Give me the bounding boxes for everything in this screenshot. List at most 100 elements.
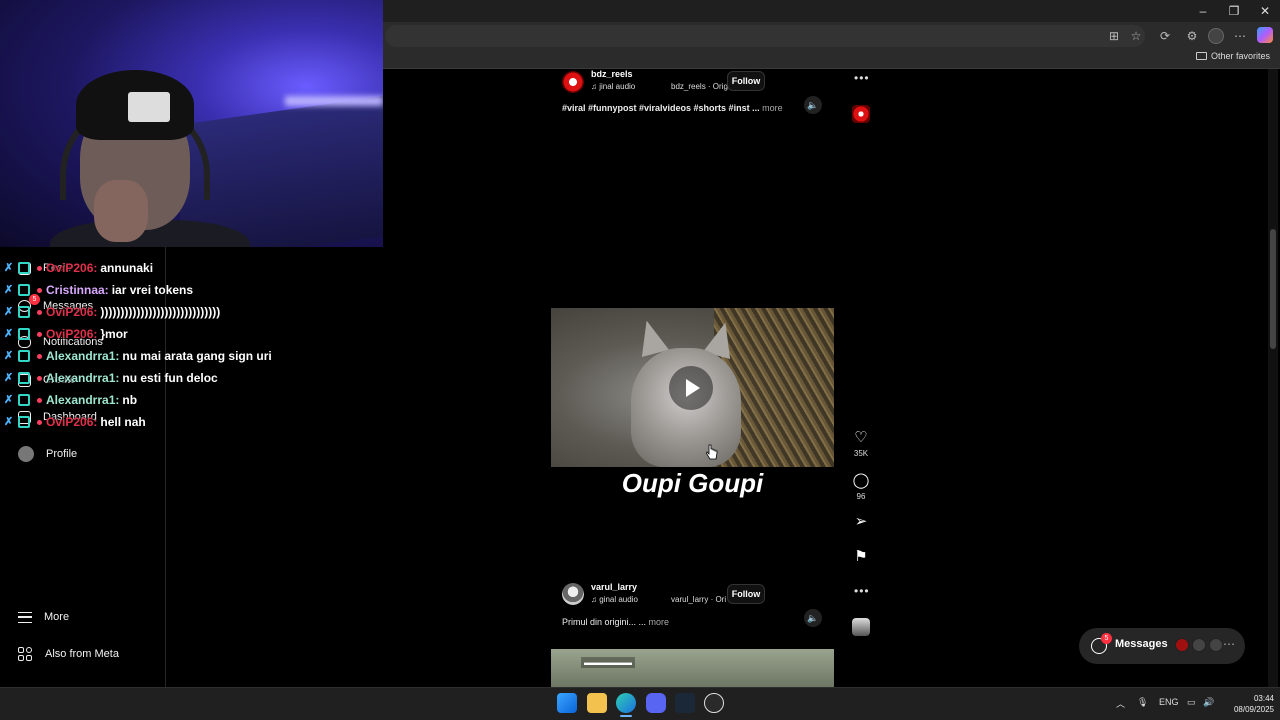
avatar (1209, 638, 1223, 652)
send-icon: ➢ (854, 513, 868, 530)
other-favorites-button[interactable]: Other favorites (1195, 51, 1270, 61)
subscriber-badge-icon (18, 328, 30, 340)
chat-username: Cristinnaa: (46, 283, 109, 297)
reel-audio-label[interactable]: ♫ jinal audio (591, 82, 635, 91)
system-clock[interactable]: 03:44 08/09/2025 (1224, 693, 1274, 715)
chat-badges: ✗ (4, 350, 30, 362)
chat-dot-icon (37, 419, 42, 425)
subscriber-badge-icon (18, 284, 30, 296)
chat-dot-icon (37, 331, 42, 337)
subscriber-badge-icon (18, 416, 30, 428)
page-scrollbar[interactable] (1268, 69, 1278, 687)
other-favorites-label: Other favorites (1210, 51, 1270, 61)
language-indicator[interactable]: ENG (1159, 697, 1179, 707)
sidebar-item-label: Profile (46, 448, 78, 460)
chat-username: Alexandrra1: (46, 393, 120, 407)
windows-taskbar (0, 687, 1280, 720)
chat-dot-icon (37, 353, 42, 359)
play-icon[interactable] (669, 366, 713, 410)
message-avatars (1175, 638, 1223, 652)
scrollbar-thumb[interactable] (1270, 229, 1276, 349)
video-overlay-text: ▬▬▬▬▬▬ (581, 657, 635, 668)
messages-pill-button[interactable]: 5 Messages ⋯ (1079, 628, 1245, 664)
chat-badges: ✗ (4, 262, 30, 274)
clock-date: 08/09/2025 (1233, 705, 1274, 714)
discord-icon[interactable] (646, 693, 666, 713)
follow-button[interactable]: Follow (727, 584, 765, 604)
close-window-button[interactable]: ✕ (1250, 2, 1280, 20)
chat-message: ✗ OviP206:)))))))))))))))))))))))))))))) (4, 301, 384, 323)
sword-badge-icon: ✗ (4, 416, 14, 428)
heart-icon: ♡ (854, 429, 868, 446)
volume-tray-icon[interactable]: 🔊 (1203, 697, 1214, 708)
minimize-button[interactable]: – (1188, 2, 1218, 20)
split-screen-icon[interactable]: ⊞ (1106, 28, 1122, 44)
browser-essentials-icon[interactable]: ⚙ (1184, 28, 1200, 44)
comment-button[interactable]: ◯ 96 (849, 472, 873, 501)
chat-text: )))))))))))))))))))))))))))))) (100, 305, 221, 319)
chat-text: annunaki (100, 261, 154, 275)
browser-profile-avatar[interactable] (1208, 28, 1224, 44)
reel-username[interactable]: bdz_reels (591, 69, 633, 79)
webcam-streamer (50, 70, 250, 247)
start-icon[interactable] (557, 693, 577, 713)
file-explorer-icon[interactable] (587, 693, 607, 713)
reel-audio-source[interactable]: bdz_reels · Orig (671, 82, 728, 91)
meta-grid-icon (18, 646, 33, 662)
chat-message: ✗ OviP206: hell nah (4, 411, 384, 433)
chat-message: ✗ Alexandrra1: nu esti fun deloc (4, 367, 384, 389)
edge-browser-icon[interactable] (616, 693, 636, 713)
caption-more-link[interactable]: more (649, 617, 670, 627)
obs-icon[interactable] (704, 693, 724, 713)
volume-icon[interactable]: 🔈 (804, 609, 822, 627)
audio-avatar[interactable] (852, 105, 870, 123)
chat-message: ✗ Alexandrra1: nu mai arata gang sign uri (4, 345, 384, 367)
chat-message: ✗ Alexandrra1: nb (4, 389, 384, 411)
comment-icon: ◯ (852, 472, 870, 489)
url-field[interactable] (385, 25, 1145, 47)
chat-text: }mor (100, 327, 128, 341)
reel-video[interactable]: ▬▬▬▬▬▬ (551, 649, 834, 687)
chat-text: iar vrei tokens (111, 283, 194, 297)
reel-audio-source[interactable]: varul_larry · Ori (671, 595, 726, 604)
chat-username: Alexandrra1: (46, 371, 120, 385)
reel-author-avatar[interactable] (562, 583, 584, 605)
sidebar-item-profile[interactable]: Profile (18, 442, 77, 466)
favorite-star-icon[interactable]: ☆ (1128, 28, 1144, 44)
reel-audio-label[interactable]: ♫ ginal audio (591, 595, 638, 604)
steam-icon[interactable] (675, 693, 695, 713)
webcam-cap (76, 70, 194, 140)
restore-button[interactable]: ❐ (1219, 2, 1249, 20)
reel-author-avatar[interactable] (562, 71, 584, 93)
chat-username: OviP206: (46, 261, 98, 275)
tray-chevron-icon[interactable]: ︿ (1116, 697, 1125, 710)
chat-badges: ✗ (4, 372, 30, 384)
sidebar-item-also-from-meta[interactable]: Also from Meta (18, 642, 119, 666)
microphone-icon[interactable]: 🎙 (1137, 697, 1148, 708)
subscriber-badge-icon (18, 372, 30, 384)
chat-dot-icon (37, 375, 42, 381)
extensions-icon[interactable]: ⟳ (1157, 28, 1173, 44)
caption-more-link[interactable]: more (762, 103, 783, 113)
network-icon[interactable]: ▭ (1187, 697, 1196, 708)
more-options-icon[interactable]: ••• (854, 584, 870, 598)
subscriber-badge-icon (18, 350, 30, 362)
audio-avatar[interactable] (852, 618, 870, 636)
like-button[interactable]: ♡ 35K (849, 429, 873, 458)
more-options-icon[interactable]: ••• (854, 71, 870, 85)
reel-caption-text: #viral #funnypost #viralvideos #shorts #… (562, 103, 760, 113)
sword-badge-icon: ✗ (4, 350, 14, 362)
follow-button[interactable]: Follow (727, 71, 765, 91)
save-button[interactable]: ⚑ (849, 548, 873, 566)
sword-badge-icon: ✗ (4, 284, 14, 296)
reel-username[interactable]: varul_larry (591, 582, 637, 592)
comment-count: 96 (856, 492, 866, 501)
more-options-icon[interactable]: ⋯ (1232, 28, 1248, 44)
more-options-icon[interactable]: ⋯ (1223, 637, 1235, 651)
volume-icon[interactable]: 🔈 (804, 96, 822, 114)
hand-cursor-icon (706, 444, 718, 460)
sidebar-item-more[interactable]: More (18, 605, 69, 629)
chat-badges: ✗ (4, 394, 30, 406)
copilot-icon[interactable] (1257, 27, 1273, 43)
share-button[interactable]: ➢ (849, 513, 873, 531)
